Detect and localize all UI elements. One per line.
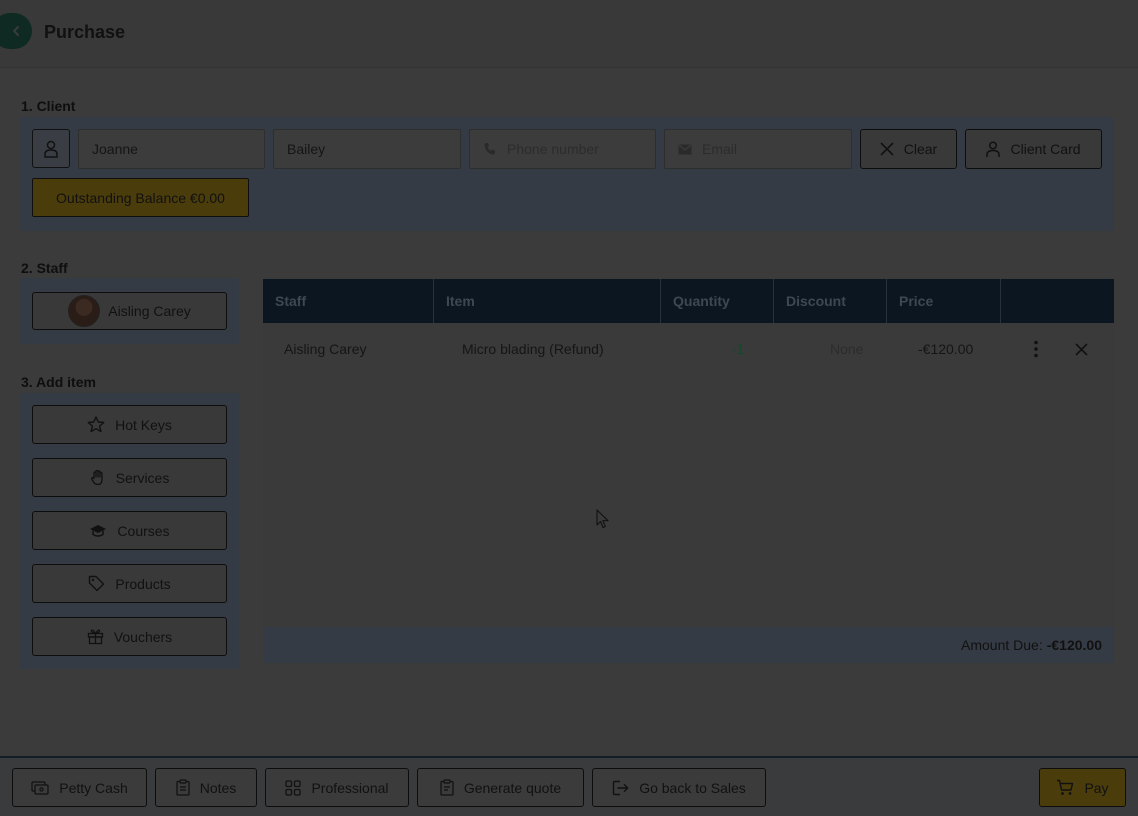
pay-button[interactable]: Pay (1039, 768, 1126, 807)
outstanding-balance-badge[interactable]: Outstanding Balance €0.00 (32, 178, 249, 217)
email-field[interactable]: Email (664, 129, 852, 169)
products-label: Products (115, 575, 171, 592)
petty-cash-button[interactable]: Petty Cash (12, 768, 147, 807)
email-placeholder: Email (702, 141, 738, 157)
mouse-cursor-icon (596, 509, 610, 529)
hot-keys-button[interactable]: Hot Keys (32, 405, 227, 444)
amount-due-value: -€120.00 (1046, 637, 1102, 653)
close-icon (1075, 342, 1088, 356)
staff-select-button[interactable]: Aisling Carey (32, 292, 227, 330)
professional-button[interactable]: Professional (265, 768, 409, 807)
hot-keys-label: Hot Keys (115, 416, 172, 433)
column-header-staff: Staff (263, 279, 434, 323)
close-icon (880, 142, 894, 156)
staff-section-label: 2. Staff (21, 260, 68, 276)
client-section-label: 1. Client (21, 98, 76, 114)
row-item: Micro blading (Refund) (462, 341, 604, 357)
cart-icon (1057, 779, 1074, 795)
gift-icon (87, 629, 103, 645)
row-more-button[interactable] (1033, 323, 1039, 375)
vouchers-button[interactable]: Vouchers (32, 617, 227, 656)
phone-placeholder: Phone number (507, 141, 599, 157)
first-name-field[interactable]: Joanne (78, 129, 265, 169)
last-name-field[interactable]: Bailey (273, 129, 461, 169)
pay-label: Pay (1084, 779, 1109, 796)
clear-button[interactable]: Clear (860, 129, 957, 169)
user-icon (986, 140, 1001, 157)
page-title: Purchase (44, 22, 126, 42)
user-icon (44, 140, 58, 158)
row-remove-button[interactable] (1075, 323, 1088, 375)
notes-label: Notes (199, 779, 237, 796)
row-price: -€120.00 (918, 341, 974, 357)
amount-due-label: Amount Due: (961, 637, 1043, 653)
tag-icon (89, 575, 105, 592)
courses-label: Courses (117, 522, 170, 539)
column-header-item: Item (434, 279, 661, 323)
outstanding-balance-label: Outstanding Balance €0.00 (56, 189, 225, 206)
table-row[interactable]: Aisling Carey Micro blading (Refund) -1 … (263, 323, 1114, 375)
services-button[interactable]: Services (32, 458, 227, 497)
column-header-actions (1001, 279, 1114, 323)
go-back-to-sales-label: Go back to Sales (639, 779, 746, 796)
add-item-section-label: 3. Add item (21, 374, 96, 390)
last-name-value: Bailey (287, 141, 326, 157)
amount-due-bar: Amount Due: -€120.00 (263, 627, 1114, 663)
clear-label: Clear (903, 141, 938, 157)
generate-quote-label: Generate quote (463, 779, 562, 796)
table-header: Staff Item Quantity Discount Price (263, 279, 1114, 323)
professional-label: Professional (311, 779, 389, 796)
courses-button[interactable]: Courses (32, 511, 227, 550)
hand-icon (90, 469, 103, 486)
grid-icon (285, 779, 302, 796)
clipboard-icon (176, 779, 190, 796)
petty-cash-label: Petty Cash (59, 779, 128, 796)
staff-name: Aisling Carey (108, 303, 191, 319)
client-card-button[interactable]: Client Card (965, 129, 1102, 169)
go-back-to-sales-button[interactable]: Go back to Sales (592, 768, 766, 807)
notes-button[interactable]: Notes (155, 768, 257, 807)
back-button[interactable] (0, 13, 32, 49)
logout-icon (612, 780, 629, 795)
first-name-value: Joanne (92, 141, 138, 157)
generate-quote-button[interactable]: Generate quote (417, 768, 584, 807)
more-vertical-icon (1034, 340, 1038, 358)
column-header-price: Price (887, 279, 1001, 323)
chevron-left-icon (13, 26, 19, 36)
vouchers-label: Vouchers (113, 628, 173, 645)
phone-field[interactable]: Phone number (469, 129, 656, 169)
cash-icon (31, 780, 49, 795)
row-quantity[interactable]: -1 (732, 323, 744, 375)
star-icon (87, 416, 105, 433)
row-staff: Aisling Carey (284, 341, 367, 357)
purchase-page: Purchase 1. Client Joanne Bailey Phone n… (0, 0, 1138, 816)
graduation-cap-icon (90, 524, 107, 537)
client-search-button[interactable] (32, 129, 70, 168)
phone-icon (484, 143, 495, 155)
row-discount[interactable]: None (830, 323, 863, 375)
column-header-quantity: Quantity (661, 279, 774, 323)
mail-icon (678, 144, 692, 154)
page-header: Purchase (0, 0, 1138, 68)
client-card-label: Client Card (1010, 141, 1081, 157)
items-table: Staff Item Quantity Discount Price Aisli… (263, 279, 1114, 663)
bottom-action-bar: Petty Cash Notes Professional Generate q… (0, 756, 1138, 816)
clipboard-list-icon (440, 779, 454, 796)
column-header-discount: Discount (774, 279, 887, 323)
services-label: Services (115, 469, 170, 486)
avatar (68, 295, 101, 327)
products-button[interactable]: Products (32, 564, 227, 603)
